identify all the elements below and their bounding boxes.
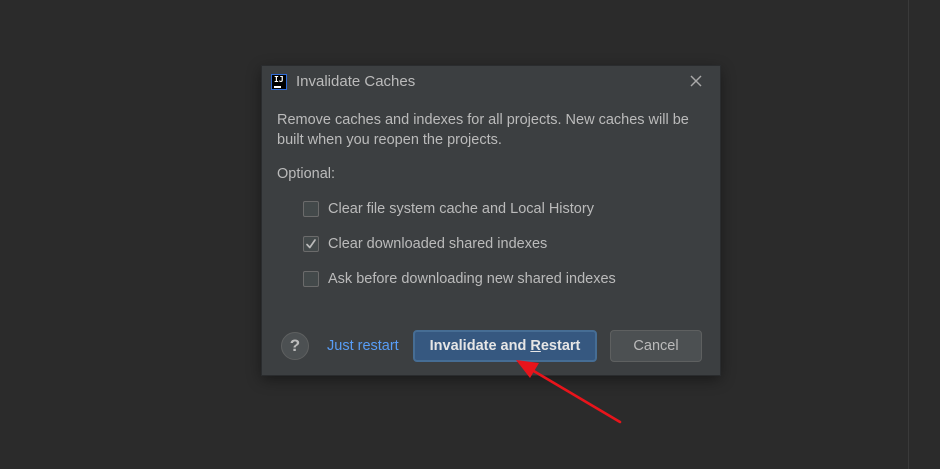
checkbox-checked[interactable] (303, 236, 319, 252)
close-button[interactable] (686, 71, 706, 91)
checkbox[interactable] (303, 271, 319, 287)
checkmark-icon (306, 239, 316, 249)
checkbox-label: Clear downloaded shared indexes (328, 236, 548, 252)
question-mark-icon: ? (289, 336, 301, 355)
checkbox-label: Ask before downloading new shared indexe… (328, 271, 616, 287)
editor-divider (908, 0, 909, 469)
option-clear-file-system-cache[interactable]: Clear file system cache and Local Histor… (303, 199, 594, 219)
optional-label: Optional: (277, 166, 336, 182)
option-clear-shared-indexes[interactable]: Clear downloaded shared indexes (303, 234, 547, 254)
button-label-suffix: estart (540, 338, 581, 354)
help-button[interactable]: ? (281, 332, 309, 360)
invalidate-caches-dialog: IJ Invalidate Caches Remove caches and i… (262, 66, 720, 375)
close-icon (690, 75, 702, 87)
option-ask-before-downloading[interactable]: Ask before downloading new shared indexe… (303, 269, 616, 289)
button-label-prefix: Invalidate and (429, 338, 531, 354)
button-label-mnemonic: R (530, 338, 541, 354)
dialog-title: Invalidate Caches (296, 73, 416, 90)
invalidate-and-restart-button[interactable]: Invalidate and Restart (413, 330, 597, 362)
dialog-description: Remove caches and indexes for all projec… (277, 112, 689, 148)
intellij-idea-icon: IJ (271, 74, 287, 90)
dialog-title-bar[interactable]: IJ Invalidate Caches (262, 66, 720, 98)
checkbox-label: Clear file system cache and Local Histor… (328, 201, 594, 217)
checkbox[interactable] (303, 201, 319, 217)
just-restart-link[interactable]: Just restart (327, 337, 399, 355)
cancel-button[interactable]: Cancel (610, 330, 702, 362)
